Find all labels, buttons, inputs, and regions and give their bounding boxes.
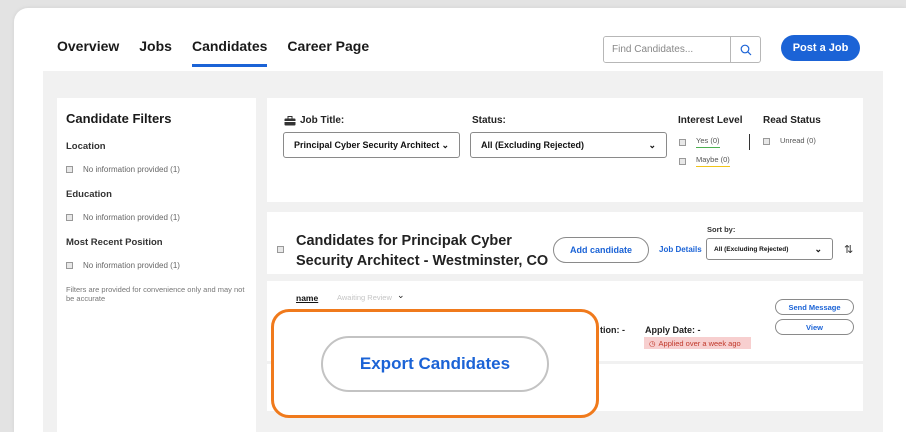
filter-option-label: No information provided (1) <box>83 165 180 174</box>
candidate-filters: Candidate Filters Location No informatio… <box>57 98 256 432</box>
job-title-dropdown[interactable]: Principal Cyber Security Architect ⌄ <box>283 132 460 158</box>
job-filter-panel: Job Title: Principal Cyber Security Arch… <box>267 98 863 202</box>
location-field: tion: - <box>600 325 625 335</box>
tab-jobs[interactable]: Jobs <box>139 38 172 67</box>
filter-option-location[interactable]: No information provided (1) <box>66 165 247 174</box>
checkbox[interactable] <box>66 166 73 173</box>
status-label: Status: <box>472 115 506 126</box>
divider <box>749 134 750 150</box>
filter-option-recent-position[interactable]: No information provided (1) <box>66 261 247 270</box>
checkbox[interactable] <box>66 214 73 221</box>
briefcase-icon <box>284 115 296 125</box>
add-candidate-button[interactable]: Add candidate <box>553 237 649 263</box>
checkbox[interactable] <box>763 138 770 145</box>
send-message-button[interactable]: Send Message <box>775 299 854 315</box>
tab-career-page[interactable]: Career Page <box>287 38 369 67</box>
checkbox[interactable] <box>679 138 686 146</box>
search-input[interactable] <box>604 37 730 62</box>
status-dropdown[interactable]: All (Excluding Rejected) ⌄ <box>470 132 667 158</box>
view-button[interactable]: View <box>775 319 854 335</box>
checkbox[interactable] <box>679 157 686 165</box>
interest-level-label: Interest Level <box>678 115 743 126</box>
interest-yes-label: Yes (0) <box>696 136 720 148</box>
interest-maybe-option[interactable]: Maybe (0) <box>679 155 730 167</box>
filter-option-education[interactable]: No information provided (1) <box>66 213 247 222</box>
post-job-button[interactable]: Post a Job <box>781 35 860 61</box>
filter-section-education: Education <box>66 189 112 200</box>
sort-by-label: Sort by: <box>707 225 736 234</box>
apply-date: Apply Date: - <box>645 325 701 335</box>
sort-value: All (Excluding Rejected) <box>714 245 789 253</box>
interest-yes-option[interactable]: Yes (0) <box>679 136 720 148</box>
filter-option-label: No information provided (1) <box>83 213 180 222</box>
search-icon <box>740 44 751 55</box>
search-button[interactable] <box>730 37 760 62</box>
job-title-label-wrap: Job Title: <box>284 115 344 126</box>
filter-option-label: No information provided (1) <box>83 261 180 270</box>
tab-candidates[interactable]: Candidates <box>191 38 268 67</box>
select-all-checkbox[interactable] <box>277 246 284 253</box>
job-details-link[interactable]: Job Details <box>659 245 702 254</box>
checkbox[interactable] <box>66 262 73 269</box>
filters-title: Candidate Filters <box>66 111 172 126</box>
interest-maybe-label: Maybe (0) <box>696 155 730 167</box>
tab-overview[interactable]: Overview <box>57 38 119 67</box>
filters-note: Filters are provided for convenience onl… <box>66 285 245 304</box>
filter-section-location: Location <box>66 141 106 152</box>
job-title-label: Job Title: <box>300 115 345 126</box>
filter-section-recent-position: Most Recent Position <box>66 237 163 248</box>
applied-badge: ◷ Applied over a week ago <box>644 337 751 349</box>
unread-option[interactable]: Unread (0) <box>763 136 816 147</box>
chevron-down-icon: ⌄ <box>648 139 656 150</box>
candidates-header-panel: Candidates for Principak Cyber Security … <box>267 212 863 274</box>
candidate-stage[interactable]: Awaiting Review <box>337 293 392 302</box>
read-status-label: Read Status <box>763 115 821 126</box>
chevron-down-icon[interactable]: ⌄ <box>397 290 405 301</box>
sort-dropdown[interactable]: All (Excluding Rejected) ⌄ <box>706 238 833 260</box>
candidate-name[interactable]: name <box>296 293 318 303</box>
applied-note: Applied over a week ago <box>658 338 741 348</box>
chevron-down-icon: ⌄ <box>441 139 449 150</box>
chevron-down-icon: ⌄ <box>814 243 822 254</box>
status-value: All (Excluding Rejected) <box>481 140 585 150</box>
export-candidates-button[interactable]: Export Candidates <box>321 336 549 392</box>
job-title-value: Principal Cyber Security Architect <box>294 140 440 150</box>
candidate-search <box>603 36 761 63</box>
sort-direction-icon[interactable]: ⇅ <box>844 243 853 256</box>
candidates-title: Candidates for Principak Cyber Security … <box>296 233 549 269</box>
top-nav: Overview Jobs Candidates Career Page <box>57 38 389 67</box>
unread-label: Unread (0) <box>780 136 816 145</box>
clock-icon: ◷ <box>649 338 656 348</box>
